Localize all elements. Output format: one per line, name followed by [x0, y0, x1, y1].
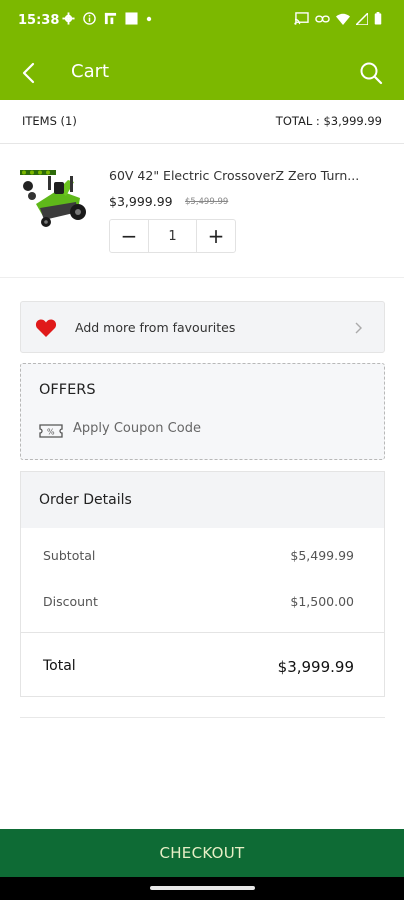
square-icon	[125, 12, 138, 25]
cart-summary: ITEMS (1) TOTAL : $3,999.99	[0, 100, 404, 144]
favourites-label: Add more from favourites	[75, 320, 236, 335]
quantity-value: 1	[148, 220, 197, 252]
discount-value: $1,500.00	[290, 594, 354, 609]
apply-coupon-link[interactable]: Apply Coupon Code	[73, 421, 201, 436]
offers-section: OFFERS % Apply Coupon Code	[20, 363, 385, 460]
decrement-button[interactable]: −	[110, 220, 148, 252]
add-from-favourites[interactable]: Add more from favourites	[20, 301, 385, 353]
content-divider	[20, 717, 385, 718]
app-icon	[104, 12, 117, 25]
offers-title: OFFERS	[39, 382, 96, 398]
cart-total: TOTAL : $3,999.99	[275, 114, 382, 128]
battery-icon	[374, 12, 382, 25]
svg-text:%: %	[47, 428, 55, 437]
link-icon	[315, 14, 330, 23]
system-nav-bar	[0, 877, 404, 900]
wifi-icon	[336, 13, 350, 25]
total-label: Total	[43, 658, 76, 674]
discount-label: Discount	[43, 594, 98, 609]
order-details: Order Details Subtotal $5,499.99 Discoun…	[20, 471, 385, 697]
back-arrow-icon[interactable]	[16, 60, 42, 86]
status-bar: 15:38	[0, 0, 404, 44]
subtotal-value: $5,499.99	[290, 548, 354, 563]
home-gesture-handle[interactable]	[150, 886, 255, 890]
order-details-header: Order Details	[21, 472, 384, 528]
chevron-right-icon	[355, 322, 362, 334]
product-name[interactable]: 60V 42" Electric CrossoverZ Zero Turn...	[109, 168, 379, 183]
product-thumbnail[interactable]	[18, 166, 90, 238]
app-bar: Cart	[0, 44, 404, 100]
product-original-price: $5,499.99	[185, 197, 229, 207]
search-icon[interactable]	[358, 60, 384, 86]
signal-icon	[356, 12, 368, 25]
increment-button[interactable]: +	[197, 220, 235, 252]
cart-item: 60V 42" Electric CrossoverZ Zero Turn...…	[0, 144, 404, 278]
dot-icon	[146, 16, 152, 21]
quantity-stepper: − 1 +	[109, 219, 236, 253]
checkout-button[interactable]: CHECKOUT	[0, 829, 404, 877]
settings-icon	[62, 12, 75, 25]
total-value: $3,999.99	[277, 658, 354, 676]
cast-icon	[294, 12, 309, 25]
status-left-icons	[62, 12, 152, 25]
order-details-title: Order Details	[39, 492, 132, 508]
status-time: 15:38	[18, 13, 60, 28]
coupon-icon: %	[39, 424, 63, 438]
heart-icon	[35, 319, 57, 337]
product-price: $3,999.99	[109, 194, 173, 209]
items-count: ITEMS (1)	[22, 114, 77, 128]
subtotal-label: Subtotal	[43, 548, 96, 563]
info-icon	[83, 12, 96, 25]
status-right-icons	[294, 12, 382, 25]
page-title: Cart	[71, 61, 110, 82]
order-divider	[21, 632, 384, 633]
